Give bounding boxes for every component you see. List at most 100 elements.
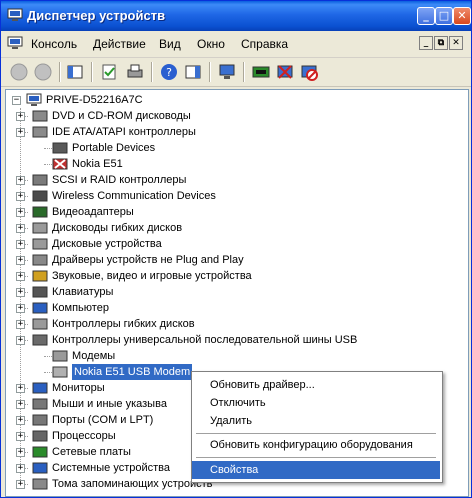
help-icon[interactable]: ? bbox=[159, 62, 179, 82]
expand-toggle[interactable]: + bbox=[16, 256, 25, 265]
expand-toggle[interactable]: + bbox=[16, 224, 25, 233]
context-menu: Обновить драйвер... Отключить Удалить Об… bbox=[191, 371, 443, 483]
tree-root-label: PRIVE-D52216A7C bbox=[46, 94, 143, 106]
tree-category-label: Системные устройства bbox=[52, 462, 171, 474]
menu-help[interactable]: Справка bbox=[241, 37, 288, 51]
ctx-update-driver[interactable]: Обновить драйвер... bbox=[192, 376, 440, 394]
forward-icon[interactable] bbox=[33, 62, 53, 82]
back-icon[interactable] bbox=[9, 62, 29, 82]
tree-category-label: Компьютер bbox=[52, 302, 109, 314]
expand-toggle[interactable]: + bbox=[16, 416, 25, 425]
category-icon bbox=[32, 206, 48, 218]
ctx-separator bbox=[196, 433, 436, 434]
category-icon bbox=[32, 270, 48, 282]
category-icon bbox=[32, 254, 48, 266]
scan-hardware-icon[interactable] bbox=[217, 62, 237, 82]
expand-toggle[interactable]: + bbox=[16, 400, 25, 409]
tree-device-label: Nokia E51 USB Modem bbox=[72, 364, 193, 380]
uninstall-icon[interactable] bbox=[275, 62, 295, 82]
tree-category-label: Мониторы bbox=[52, 382, 105, 394]
collapse-toggle[interactable]: − bbox=[12, 96, 21, 105]
console-menu-icon[interactable] bbox=[7, 36, 23, 50]
console-tree-icon[interactable] bbox=[65, 62, 85, 82]
title-bar[interactable]: Диспетчер устройств _ □ ✕ bbox=[1, 1, 471, 31]
menu-action[interactable]: Действие bbox=[93, 37, 146, 51]
menu-window[interactable]: Окно bbox=[197, 37, 225, 51]
device-props-icon[interactable] bbox=[251, 62, 271, 82]
expand-toggle[interactable]: + bbox=[16, 208, 25, 217]
category-icon bbox=[32, 398, 48, 410]
expand-toggle[interactable]: + bbox=[16, 272, 25, 281]
expand-toggle[interactable]: + bbox=[16, 480, 25, 489]
category-icon bbox=[32, 446, 48, 458]
expand-toggle[interactable]: + bbox=[16, 320, 25, 329]
device-manager-window: Диспетчер устройств _ □ ✕ Консоль Действ… bbox=[0, 0, 472, 498]
category-icon bbox=[32, 174, 48, 186]
close-button[interactable]: ✕ bbox=[453, 7, 471, 25]
ctx-uninstall[interactable]: Удалить bbox=[192, 412, 440, 430]
tree-device-label: Portable Devices bbox=[72, 142, 156, 154]
menu-view[interactable]: Вид bbox=[159, 37, 181, 51]
expand-toggle[interactable]: + bbox=[16, 304, 25, 313]
category-icon bbox=[32, 430, 48, 442]
tree-category-label: SCSI и RAID контроллеры bbox=[52, 174, 187, 186]
tree-category-label: Клавиатуры bbox=[52, 286, 114, 298]
expand-toggle[interactable]: + bbox=[16, 288, 25, 297]
device-icon bbox=[52, 158, 68, 170]
expand-toggle[interactable]: + bbox=[16, 192, 25, 201]
disable-icon[interactable] bbox=[299, 62, 319, 82]
category-icon bbox=[32, 126, 48, 138]
category-icon bbox=[32, 302, 48, 314]
category-icon bbox=[32, 334, 48, 346]
tree-category-label: Контроллеры гибких дисков bbox=[52, 318, 195, 330]
tree-category-label: Дисководы гибких дисков bbox=[52, 222, 183, 234]
tree-category-label: Драйверы устройств не Plug and Play bbox=[52, 254, 244, 266]
ctx-separator bbox=[196, 457, 436, 458]
tree-category-label: Звуковые, видео и игровые устройства bbox=[52, 270, 252, 282]
expand-toggle[interactable]: + bbox=[16, 240, 25, 249]
minimize-button[interactable]: _ bbox=[417, 7, 435, 25]
device-icon bbox=[52, 142, 68, 154]
expand-toggle[interactable]: + bbox=[16, 464, 25, 473]
update-driver-icon[interactable] bbox=[99, 62, 119, 82]
svg-text:?: ? bbox=[166, 66, 172, 79]
category-icon bbox=[32, 414, 48, 426]
expand-toggle[interactable]: + bbox=[16, 128, 25, 137]
tree-category-label: Контроллеры универсальной последовательн… bbox=[52, 334, 358, 346]
category-icon bbox=[32, 190, 48, 202]
expand-toggle[interactable]: + bbox=[16, 432, 25, 441]
tree-device-label: Nokia E51 bbox=[72, 158, 123, 170]
toolbar: ? bbox=[1, 58, 471, 87]
category-icon bbox=[32, 318, 48, 330]
expand-toggle[interactable]: + bbox=[16, 336, 25, 345]
computer-icon bbox=[26, 93, 42, 106]
tree-category-label: Дисковые устройства bbox=[52, 238, 162, 250]
expand-toggle[interactable]: + bbox=[16, 384, 25, 393]
mdi-close-button[interactable]: ✕ bbox=[449, 36, 463, 50]
tree-category-label: Порты (COM и LPT) bbox=[52, 414, 154, 426]
ctx-properties[interactable]: Свойства bbox=[192, 461, 440, 479]
category-icon bbox=[32, 382, 48, 394]
device-icon bbox=[52, 366, 68, 378]
menu-console[interactable]: Консоль bbox=[31, 37, 77, 51]
device-manager-app-icon bbox=[7, 8, 23, 21]
mdi-minimize-button[interactable]: _ bbox=[419, 36, 433, 50]
window-title: Диспетчер устройств bbox=[27, 8, 166, 23]
tree-category-label: Сетевые платы bbox=[52, 446, 131, 458]
tree-device-label: Модемы bbox=[72, 350, 116, 362]
category-icon bbox=[32, 110, 48, 122]
tree-category-label: Wireless Communication Devices bbox=[52, 190, 216, 202]
ctx-disable[interactable]: Отключить bbox=[192, 394, 440, 412]
print-icon[interactable] bbox=[125, 62, 145, 82]
category-icon bbox=[32, 286, 48, 298]
mdi-restore-button[interactable]: ⧉ bbox=[434, 36, 448, 50]
tree-category-label: Процессоры bbox=[52, 430, 116, 442]
tree-category-label: IDE ATA/ATAPI контроллеры bbox=[52, 126, 196, 138]
details-icon[interactable] bbox=[183, 62, 203, 82]
expand-toggle[interactable]: + bbox=[16, 448, 25, 457]
expand-toggle[interactable]: + bbox=[16, 112, 25, 121]
maximize-button[interactable]: □ bbox=[435, 7, 453, 25]
expand-toggle[interactable]: + bbox=[16, 176, 25, 185]
ctx-scan-hardware[interactable]: Обновить конфигурацию оборудования bbox=[192, 436, 440, 454]
category-icon bbox=[32, 462, 48, 474]
